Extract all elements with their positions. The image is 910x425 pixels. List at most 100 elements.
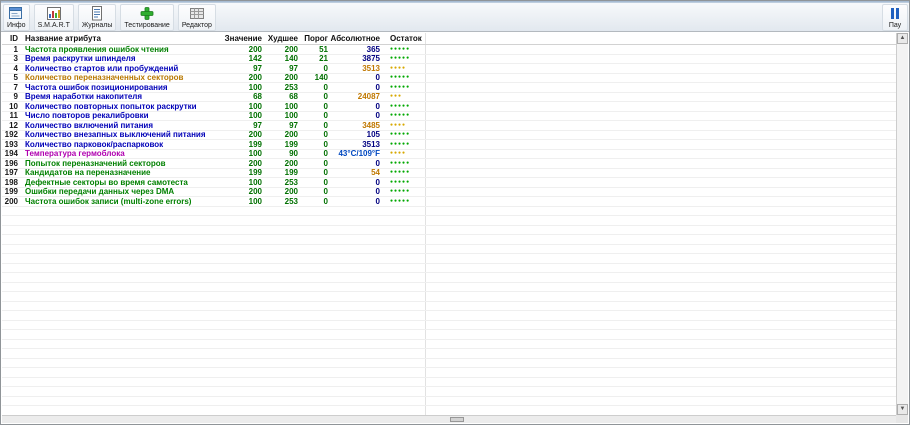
smart-icon [45,6,63,21]
column-header-worst[interactable]: Худшее [262,34,298,43]
smart-attribute-row[interactable]: 194 Температура гермоблока 100 90 0 43°C/109°… [2,149,896,159]
smart-attribute-row[interactable]: 200 Частота ошибок записи (multi-zone err… [2,197,896,207]
attr-name: Ошибки передачи данных через DMA [25,187,175,197]
empty-cell [380,320,426,329]
attr-threshold: 0 [323,158,328,168]
attr-worst: 140 [284,54,298,64]
smart-attribute-row[interactable]: 9 Время наработки накопителя 68 68 0 24087 ●●● [2,92,896,102]
info-button[interactable]: Инфо [3,4,30,31]
attr-raw-value: 105 [366,130,380,140]
empty-cell [380,206,426,215]
empty-cell [380,358,426,367]
attr-threshold: 0 [323,82,328,92]
attr-id: 196 [4,158,18,168]
empty-cell [380,216,426,225]
smart-button[interactable]: S.M.A.R.T [33,4,74,31]
column-header-name[interactable]: Название атрибута [18,34,218,43]
attr-health-dots: ●●●●● [380,102,426,111]
attr-name: Кандидатов на переназначение [25,168,151,178]
smart-attribute-row[interactable]: 5 Количество переназначенных секторов 200 2… [2,73,896,83]
journals-button[interactable]: Журналы [77,4,117,31]
attr-worst: 97 [289,120,298,130]
column-header-value[interactable]: Значение [218,34,262,43]
attr-name: Частота ошибок записи (multi-zone errors… [25,196,192,206]
attr-raw-value: 3513 [362,139,380,149]
attr-value: 100 [248,149,262,159]
pause-button[interactable]: Пау [882,4,908,31]
empty-cell [380,311,426,320]
attr-threshold: 0 [323,187,328,197]
attr-id: 7 [13,82,18,92]
attr-threshold: 0 [323,177,328,187]
smart-attribute-row[interactable]: 193 Количество парковок/распарковок 199 199… [2,140,896,150]
smart-attribute-row[interactable]: 192 Количество внезапных выключений питан… [2,130,896,140]
scroll-down-icon[interactable]: ▼ [897,404,908,415]
smart-attribute-row[interactable]: 10 Количество повторных попыток раскрутки… [2,102,896,112]
smart-button-label: S.M.A.R.T [37,22,70,29]
empty-cell [380,387,426,396]
attr-value: 100 [248,82,262,92]
attr-name: Частота проявления ошибок чтения [25,44,169,54]
smart-attribute-row[interactable]: 197 Кандидатов на переназначение 199 199 0 54… [2,168,896,178]
smart-attribute-row[interactable]: 199 Ошибки передачи данных через DMA 200 20… [2,187,896,197]
smart-attribute-row[interactable]: 196 Попыток переназначений секторов 200 200… [2,159,896,169]
attr-id: 194 [4,149,18,159]
attr-raw-value: 0 [375,82,380,92]
attr-health-dots: ●●●●● [380,197,426,206]
editor-button[interactable]: Редактор [177,4,216,31]
column-header-threshold[interactable]: Порог [298,34,328,43]
empty-cell [380,301,426,310]
attr-value: 100 [248,111,262,121]
attr-name: Частота ошибок позиционирования [25,82,168,92]
attr-health-dots: ●●●●● [380,159,426,168]
testing-button-label: Тестирование [124,22,170,29]
table-header: ID Название атрибута Значение Худшее Пор… [2,33,896,45]
attr-value: 100 [248,196,262,206]
empty-cell [380,273,426,282]
attr-health-dots: ●●●● [380,121,426,130]
smart-attribute-row[interactable]: 1 Частота проявления ошибок чтения 200 200 5… [2,45,896,55]
attr-raw-value: 0 [375,73,380,83]
smart-attribute-row[interactable]: 3 Время раскрутки шпинделя 142 140 21 3875 ●●●… [2,54,896,64]
attr-health-dots: ●●●●● [380,54,426,63]
attr-threshold: 51 [319,44,328,54]
attr-worst: 100 [284,111,298,121]
attr-name: Количество переназначенных секторов [25,73,184,83]
attr-worst: 100 [284,101,298,111]
attr-value: 100 [248,101,262,111]
smart-attribute-row[interactable]: 12 Количество включений питания 97 97 0 3485 ●… [2,121,896,131]
smart-attribute-row[interactable]: 11 Число повторов рекалибровки 100 100 0 0 ●●●… [2,111,896,121]
attr-raw-value: 24087 [357,92,380,102]
smart-attribute-row[interactable]: 4 Количество стартов или пробуждений 97 97 0… [2,64,896,74]
empty-cell [380,339,426,348]
smart-attribute-row[interactable]: 198 Дефектные секторы во время самотеста 1… [2,178,896,188]
attr-threshold: 140 [314,73,328,83]
attr-worst: 253 [284,177,298,187]
attr-threshold: 0 [323,130,328,140]
attr-threshold: 0 [323,168,328,178]
attr-raw-value: 54 [371,168,380,178]
empty-row [2,254,896,264]
attr-value: 100 [248,177,262,187]
testing-button[interactable]: Тестирование [120,4,174,31]
attr-health-dots: ●●●●● [380,73,426,82]
empty-cell [380,377,426,386]
attr-name: Попыток переназначений секторов [25,158,166,168]
attr-value: 199 [248,168,262,178]
attr-value: 200 [248,130,262,140]
column-header-health[interactable]: Остаток [380,33,426,44]
attr-raw-value: 3485 [362,120,380,130]
horizontal-scrollbar[interactable] [2,415,896,423]
attr-raw-value: 365 [366,44,380,54]
smart-attribute-row[interactable]: 7 Частота ошибок позиционирования 100 253 0 0… [2,83,896,93]
column-header-raw[interactable]: Абсолютное [328,34,380,43]
vertical-scrollbar[interactable]: ▲ ▼ [896,33,908,415]
attr-id: 4 [13,63,18,73]
attr-id: 5 [13,73,18,83]
attr-worst: 97 [289,63,298,73]
scroll-up-icon[interactable]: ▲ [897,33,908,44]
horizontal-scrollbar-thumb[interactable] [450,417,464,422]
attr-value: 68 [253,92,262,102]
empty-row [2,263,896,273]
column-header-id[interactable]: ID [2,34,18,43]
